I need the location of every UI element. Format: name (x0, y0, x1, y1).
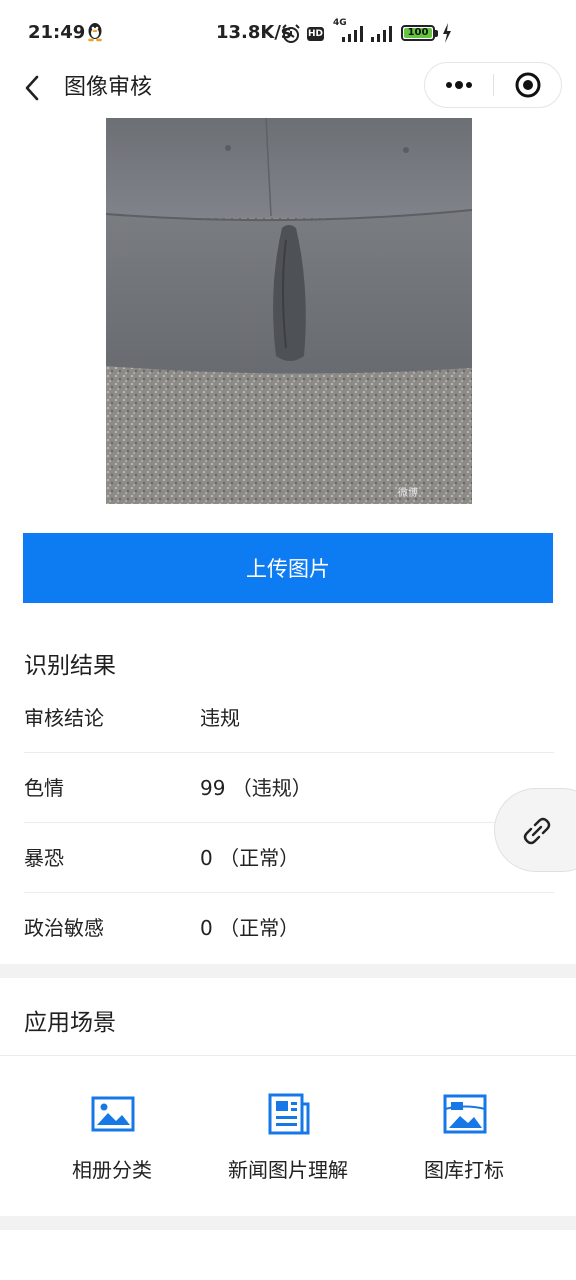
result-label: 政治敏感 (24, 916, 104, 940)
target-close-icon[interactable] (494, 63, 562, 107)
scenario-news-image-understanding[interactable]: 新闻图片理解 (192, 1090, 384, 1190)
scenario-gallery-tagging[interactable]: 图库打标 (368, 1090, 560, 1190)
result-row-conclusion: 审核结论 违规 (24, 683, 554, 753)
image-icon (91, 1096, 135, 1132)
watermark: 微博 (398, 486, 418, 499)
battery-icon: 100 (401, 25, 435, 41)
scenarios-section-title: 应用场景 (24, 1010, 116, 1036)
result-value: 0 （正常） (200, 916, 300, 940)
result-label: 审核结论 (24, 706, 104, 730)
qq-penguin-icon (88, 23, 102, 42)
chevron-left-icon[interactable] (20, 72, 44, 104)
result-label: 色情 (24, 776, 64, 800)
link-icon (523, 817, 551, 845)
battery-level: 100 (404, 28, 432, 38)
scenario-album-classification[interactable]: 相册分类 (16, 1090, 208, 1190)
status-time: 21:49 (28, 22, 86, 43)
alarm-icon (282, 24, 300, 43)
signal-icon (342, 26, 363, 42)
result-value: 违规 (200, 706, 240, 730)
signal-icon (371, 26, 392, 42)
section-separator (0, 1216, 576, 1230)
result-row-porn: 色情 99 （违规） (24, 753, 554, 823)
floating-link-button[interactable] (494, 788, 576, 872)
scenario-label: 新闻图片理解 (228, 1158, 348, 1182)
mini-program-capsule (424, 62, 562, 108)
result-value: 0 （正常） (200, 846, 300, 870)
page-title: 图像审核 (64, 75, 153, 100)
section-separator (0, 964, 576, 978)
result-label: 暴恐 (24, 846, 64, 870)
gallery-icon (443, 1094, 487, 1134)
scenario-label: 相册分类 (72, 1158, 152, 1182)
hd-badge: HD (307, 27, 324, 41)
news-icon (268, 1093, 310, 1135)
result-row-terror: 暴恐 0 （正常） (24, 823, 554, 893)
upload-image-button[interactable]: 上传图片 (23, 533, 553, 603)
result-value: 99 （违规） (200, 776, 312, 800)
results-section-title: 识别结果 (24, 653, 116, 679)
result-row-politics: 政治敏感 0 （正常） (24, 893, 554, 963)
more-dots-icon[interactable] (425, 63, 493, 107)
charging-icon (443, 23, 451, 43)
scenario-label: 图库打标 (424, 1158, 504, 1182)
status-bar: 21:49 13.8K/s HD 4G 100 (0, 0, 576, 66)
uploaded-image-preview: 微博 (106, 118, 472, 504)
